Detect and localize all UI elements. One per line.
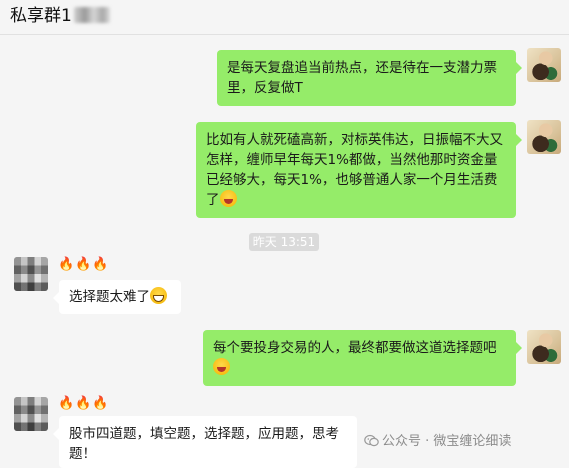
message-text: 选择题太难了 [69,289,150,305]
chat-title-text: 私享群1 [10,6,72,26]
grinning-emoji [150,287,167,304]
chat-title[interactable]: 私享群1 [10,4,110,28]
member-avatar[interactable] [14,397,48,431]
self-avatar[interactable] [527,330,561,364]
laughing-crying-emoji [213,358,230,375]
member-avatar[interactable] [14,257,48,291]
blurred-title-suffix [73,7,110,23]
message-text: 股市四道题，填空题，选择题，应用题，思考题！ [69,426,339,462]
member-nickname: 🔥🔥🔥 [58,396,110,411]
message-bubble-other[interactable]: 选择题太难了 [53,280,181,314]
message-bubble-other[interactable]: 股市四道题，填空题，选择题，应用题，思考题！ [53,416,357,468]
watermark: 公众号 · 微宝缠论细读 [364,432,511,452]
watermark-text: 公众号 · 微宝缠论细读 [382,434,512,449]
message-bubble-self[interactable]: 每个要投身交易的人，最终都要做这道选择题吧 [203,330,522,386]
message-text: 比如有人就死磕高新，对标英伟达，日振幅不大又怎样，缠师早年每天1%都做，当然他那… [206,132,503,208]
self-avatar[interactable] [527,48,561,82]
message-bubble-self[interactable]: 是每天复盘追当前热点，还是待在一支潜力票里，反复做T [217,50,522,106]
member-nickname: 🔥🔥🔥 [58,257,110,272]
message-text: 每个要投身交易的人，最终都要做这道选择题吧 [213,340,497,356]
self-avatar[interactable] [527,120,561,154]
wechat-official-account-icon [364,434,379,447]
message-bubble-self[interactable]: 比如有人就死磕高新，对标英伟达，日振幅不大又怎样，缠师早年每天1%都做，当然他那… [196,122,522,218]
message-timestamp: 昨天 13:51 [249,233,319,251]
message-text: 是每天复盘追当前热点，还是待在一支潜力票里，反复做T [227,60,497,96]
laughing-crying-emoji [219,190,237,207]
chat-title-bar: 私享群1 [0,0,569,35]
